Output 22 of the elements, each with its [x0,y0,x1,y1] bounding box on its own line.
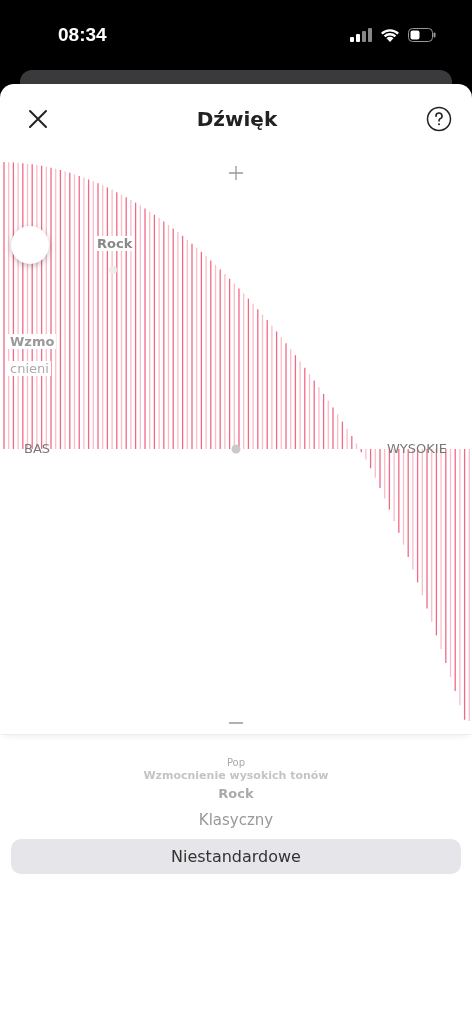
status-time: 08:34 [58,24,107,46]
preset-dot [109,266,117,274]
preset-option[interactable]: Rock [218,782,254,805]
plus-icon [228,165,244,181]
preset-marker-label: cnieni [8,361,51,376]
close-button[interactable] [26,107,50,131]
preset-option[interactable]: Pop [226,757,246,769]
preset-option[interactable]: Wzmocnienie wysokich tonów [143,769,329,782]
center-dot [231,444,241,454]
preset-marker-label: Rock [95,236,135,251]
battery-icon [408,28,436,42]
axis-label: WYSOKIE [387,441,447,456]
preset-option[interactable]: Klasyczny [198,805,274,835]
minus-icon [228,722,244,724]
page-title: Dźwięk [196,107,278,131]
axis-label: BAS [24,441,51,456]
preset-option[interactable]: Niestandardowe [11,839,461,874]
slider-handle[interactable] [11,226,49,264]
help-button[interactable] [424,104,454,134]
wifi-icon [380,28,400,42]
preset-marker-label: Wzmo [8,334,57,349]
signal-icon [350,28,372,42]
